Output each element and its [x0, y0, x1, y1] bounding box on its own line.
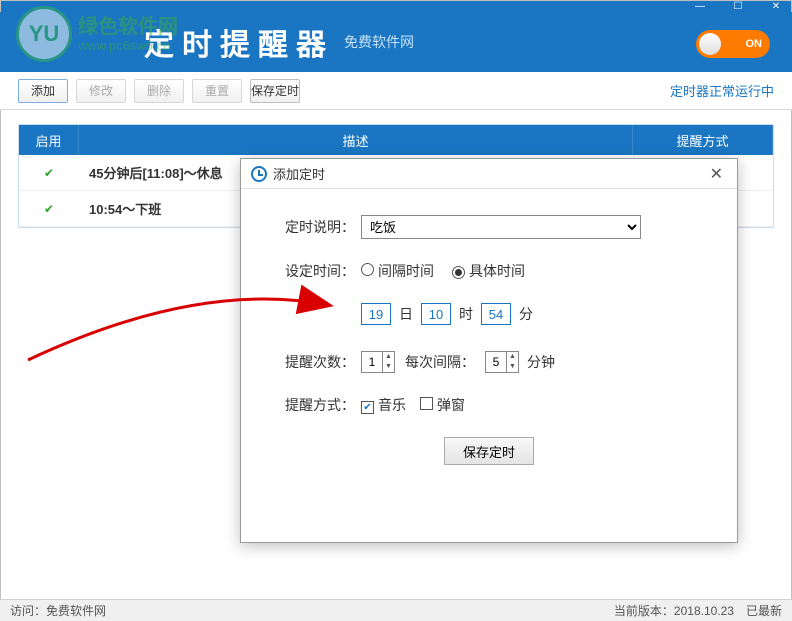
add-timer-dialog: 添加定时 ✕ 定时说明： 吃饭 设定时间： 间隔时间 具体时间 日 时 分 提 — [240, 158, 738, 543]
checkbox-popup[interactable]: 弹窗 — [420, 395, 465, 415]
status-version: 当前版本：2018.10.23 — [614, 602, 734, 619]
table-header: 启用 描述 提醒方式 — [19, 125, 773, 155]
save-timer-button[interactable]: 保存定时 — [250, 79, 300, 103]
enable-check-icon: ✔ — [19, 202, 79, 216]
clock-icon — [251, 166, 267, 182]
edit-button[interactable]: 修改 — [76, 79, 126, 103]
toggle-knob — [699, 33, 721, 55]
unit-hour: 时 — [459, 304, 473, 324]
unit-min: 分 — [519, 304, 533, 324]
status-left: 访问：免费软件网 — [10, 602, 106, 619]
count-stepper[interactable]: ▲▼ — [361, 351, 395, 373]
reset-button[interactable]: 重置 — [192, 79, 242, 103]
toggle-label: ON — [746, 38, 763, 50]
dialog-title: 添加定时 — [273, 164, 325, 183]
interval-stepper[interactable]: ▲▼ — [485, 351, 519, 373]
radio-specific[interactable]: 具体时间 — [452, 261, 525, 281]
th-enable: 启用 — [19, 125, 79, 155]
unit-every: 分钟 — [527, 352, 555, 372]
delete-button[interactable]: 删除 — [134, 79, 184, 103]
enable-check-icon: ✔ — [19, 166, 79, 180]
power-toggle[interactable]: ON — [696, 30, 770, 58]
unit-day: 日 — [399, 304, 413, 324]
statusbar: 访问：免费软件网 当前版本：2018.10.23 已最新 — [0, 599, 792, 621]
checkbox-music[interactable]: ✔音乐 — [361, 395, 406, 415]
app-subtitle: 免费软件网 — [344, 32, 414, 52]
day-input[interactable] — [361, 303, 391, 325]
add-button[interactable]: 添加 — [18, 79, 68, 103]
minute-input[interactable] — [481, 303, 511, 325]
label-desc: 定时说明： — [269, 217, 355, 237]
label-every: 每次间隔： — [405, 352, 475, 372]
status-latest: 已最新 — [746, 602, 782, 619]
app-header: YU 绿色软件网 www.pc6sw9.cn 定时提醒器 免费软件网 ON — [0, 12, 792, 72]
radio-interval[interactable]: 间隔时间 — [361, 261, 434, 281]
dialog-titlebar: 添加定时 ✕ — [241, 159, 737, 189]
app-title: 定时提醒器 — [144, 20, 334, 64]
timer-status: 定时器正常运行中 — [670, 81, 774, 100]
hour-input[interactable] — [421, 303, 451, 325]
label-time: 设定时间： — [269, 261, 355, 281]
dialog-close-button[interactable]: ✕ — [706, 164, 727, 184]
label-mode: 提醒方式： — [269, 395, 355, 415]
th-mode: 提醒方式 — [633, 125, 773, 155]
dialog-save-button[interactable]: 保存定时 — [444, 437, 534, 465]
label-count: 提醒次数： — [269, 352, 355, 372]
th-desc: 描述 — [79, 125, 633, 155]
desc-select[interactable]: 吃饭 — [361, 215, 641, 239]
toolbar: 添加 修改 删除 重置 保存定时 定时器正常运行中 — [0, 72, 792, 110]
